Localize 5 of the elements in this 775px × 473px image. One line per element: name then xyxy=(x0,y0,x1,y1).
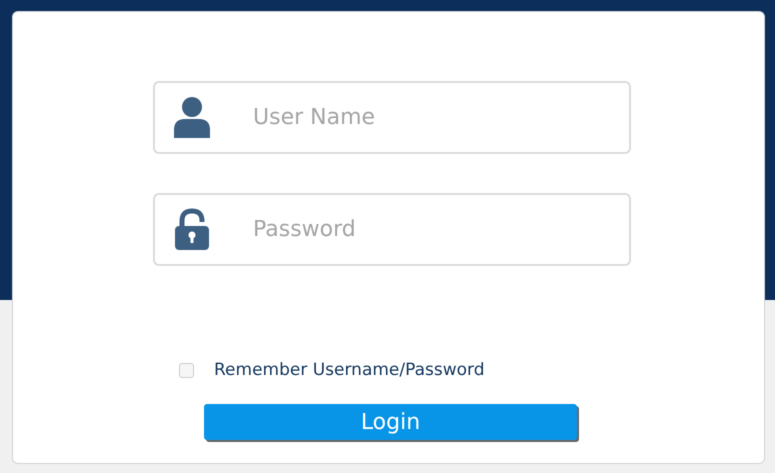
remember-label: Remember Username/Password xyxy=(214,360,485,380)
input-field[interactable]: User Name xyxy=(153,81,631,154)
login-button[interactable]: Login xyxy=(204,404,577,440)
checkbox[interactable] xyxy=(179,362,194,378)
input-field[interactable]: Password xyxy=(153,193,631,266)
